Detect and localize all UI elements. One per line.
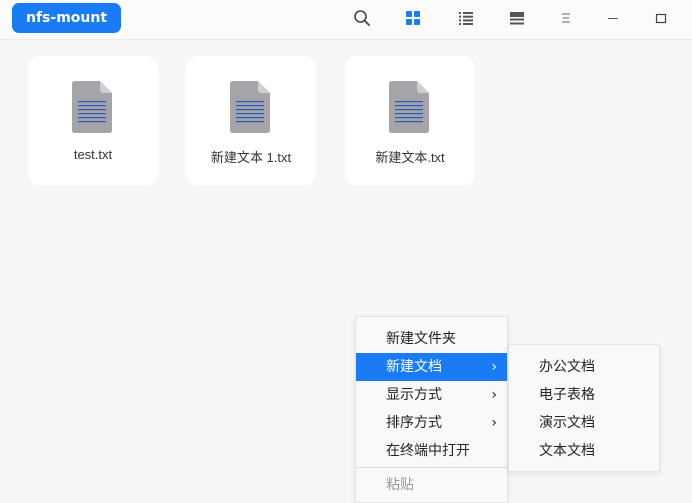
submenu-item-text-document[interactable]: 文本文档 (509, 437, 659, 465)
menu-item-open-in-terminal[interactable]: 在终端中打开 (356, 437, 507, 465)
file-item[interactable]: 新建文本 1.txt (186, 56, 316, 186)
file-item[interactable]: 新建文本.txt (345, 56, 475, 186)
list-view-icon (459, 11, 473, 25)
chevron-right-icon: › (491, 415, 497, 431)
icon-view-button[interactable] (399, 5, 427, 31)
icon-view-icon (406, 11, 420, 25)
text-file-icon (230, 81, 270, 133)
file-name: 新建文本 1.txt (210, 150, 292, 165)
menu-item-sort-by[interactable]: 排序方式 › (356, 409, 507, 437)
menu-item-display-mode[interactable]: 显示方式 › (356, 381, 507, 409)
submenu-item-presentation[interactable]: 演示文档 (509, 409, 659, 437)
main-menu-button[interactable] (552, 5, 580, 31)
menu-item-label: 电子表格 (539, 387, 595, 403)
submenu-item-spreadsheet[interactable]: 电子表格 (509, 381, 659, 409)
menu-item-label: 排序方式 (386, 415, 442, 431)
text-file-icon (72, 81, 112, 133)
menu-item-new-document[interactable]: 新建文档 › (356, 353, 507, 381)
file-name: test.txt (73, 147, 113, 162)
context-menu: 新建文件夹 新建文档 › 显示方式 › 排序方式 › 在终端中打开 粘贴 (355, 316, 508, 503)
menu-separator (356, 467, 507, 468)
menu-item-label: 在终端中打开 (386, 443, 470, 459)
new-document-submenu: 办公文档 电子表格 演示文档 文本文档 (508, 344, 660, 472)
detail-view-icon (510, 11, 524, 24)
chevron-right-icon: › (491, 387, 497, 403)
menu-item-label: 新建文件夹 (386, 331, 456, 347)
menu-item-label: 文本文档 (539, 443, 595, 459)
search-icon (354, 10, 370, 26)
minimize-icon (608, 18, 618, 19)
menu-icon (562, 13, 570, 23)
menu-item-label: 演示文档 (539, 415, 595, 431)
menu-item-label: 粘贴 (386, 477, 414, 493)
minimize-button[interactable] (599, 5, 627, 31)
menu-item-label: 显示方式 (386, 387, 442, 403)
chevron-right-icon: › (491, 359, 497, 375)
menu-item-label: 办公文档 (539, 359, 595, 375)
search-button[interactable] (348, 5, 376, 31)
menu-item-paste[interactable]: 粘贴 (356, 471, 507, 499)
menu-item-new-folder[interactable]: 新建文件夹 (356, 325, 507, 353)
title-bar: nfs-mount (0, 0, 692, 40)
file-name: 新建文本.txt (375, 150, 445, 165)
menu-item-label: 新建文档 (386, 359, 442, 375)
detail-view-button[interactable] (503, 5, 531, 31)
maximize-icon (655, 13, 667, 24)
list-view-button[interactable] (452, 5, 480, 31)
file-item[interactable]: test.txt (28, 56, 158, 186)
maximize-button[interactable] (647, 5, 675, 31)
text-file-icon (389, 81, 429, 133)
submenu-item-office-document[interactable]: 办公文档 (509, 353, 659, 381)
breadcrumb-nfs-mount[interactable]: nfs-mount (12, 3, 122, 33)
